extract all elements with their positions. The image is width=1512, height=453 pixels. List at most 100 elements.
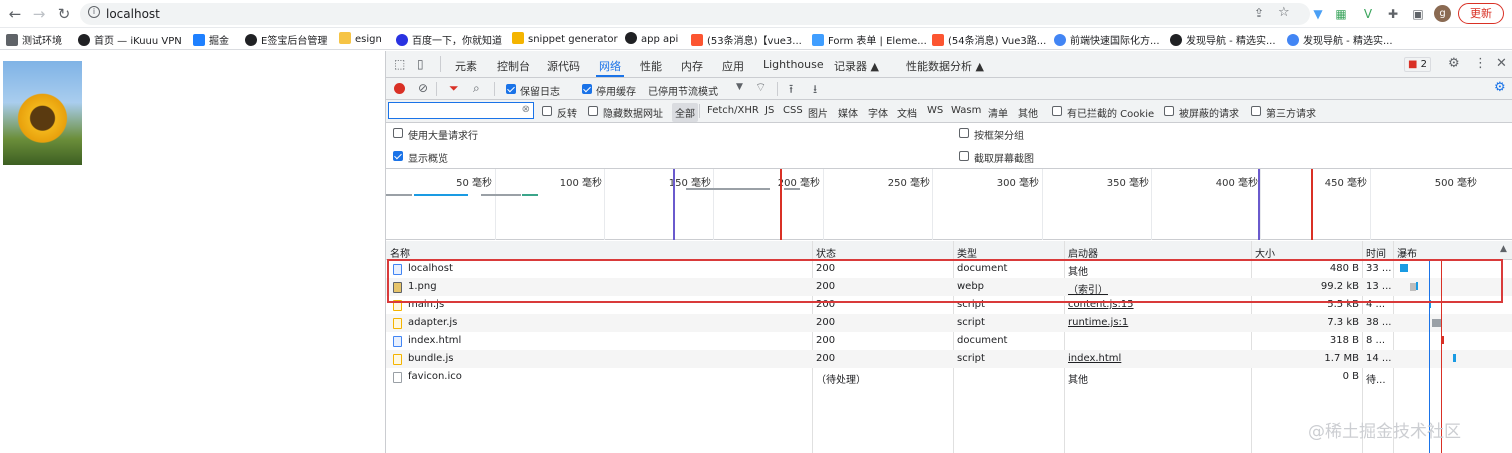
table-row[interactable]: adapter.js 200 script runtime.js:1 7.3 kB 38 … [386, 314, 1512, 332]
type-filter-js[interactable]: JS [765, 105, 774, 116]
network-overview-timeline[interactable]: 50 毫秒 100 毫秒 150 毫秒 200 毫秒 250 毫秒 300 毫秒… [386, 169, 1512, 240]
type-filter-wasm[interactable]: Wasm [951, 105, 981, 116]
invert-checkbox[interactable] [542, 106, 552, 116]
large-rows-checkbox[interactable] [393, 128, 403, 138]
show-overview-checkbox[interactable] [393, 151, 403, 161]
tab-lighthouse[interactable]: Lighthouse [763, 58, 824, 71]
type-filter-img[interactable]: 图片 [808, 105, 828, 120]
tab-application[interactable]: 应用 [722, 58, 744, 74]
table-row[interactable]: bundle.js 200 script index.html 1.7 MB 14 ... [386, 350, 1512, 368]
table-row[interactable]: 1.png 200 webp （索引） 99.2 kB 13 ... [386, 278, 1512, 296]
tab-performance-insights[interactable]: 性能数据分析 ▲ [906, 58, 984, 74]
import-har-icon[interactable]: ⭱ [789, 80, 793, 101]
back-icon[interactable]: ← [6, 5, 24, 23]
device-toolbar-icon[interactable]: ▯ [417, 57, 424, 71]
type-filter-all[interactable]: 全部 [672, 103, 698, 122]
more-options-icon[interactable]: ⋮ [1474, 56, 1487, 71]
request-initiator[interactable]: （索引） [1068, 281, 1108, 296]
bookmark-item[interactable]: snippet generator [512, 32, 618, 45]
bookmark-item[interactable]: E签宝后台管理 [245, 32, 327, 47]
bookmark-item[interactable]: 前端快速国际化方... [1054, 32, 1160, 47]
request-name[interactable]: adapter.js [408, 317, 457, 328]
bookmark-item[interactable]: 首页 — iKuuu VPN [78, 32, 182, 47]
type-filter-fetch[interactable]: Fetch/XHR [707, 105, 759, 116]
address-bar[interactable]: i localhost ⇪ ☆ [80, 3, 1310, 25]
column-header-initiator[interactable]: 启动器 [1068, 245, 1098, 260]
request-name[interactable]: index.html [408, 335, 461, 346]
update-button[interactable]: 更新 [1458, 3, 1504, 24]
type-filter-css[interactable]: CSS [783, 105, 803, 116]
request-name[interactable]: favicon.ico [408, 371, 462, 382]
bookmark-star-icon[interactable]: ☆ [1278, 5, 1290, 20]
hide-data-urls-checkbox[interactable] [588, 106, 598, 116]
request-initiator[interactable]: index.html [1068, 353, 1121, 364]
extensions-icon[interactable]: ✚ [1385, 6, 1401, 22]
request-initiator[interactable]: content.js:15 [1068, 299, 1134, 310]
network-conditions-icon[interactable]: ⌔ [755, 80, 766, 95]
type-filter-media[interactable]: 媒体 [838, 105, 858, 120]
blocked-cookies-checkbox[interactable] [1052, 106, 1062, 116]
table-row[interactable]: main.js 200 script content.js:15 5.5 kB 4 ... [386, 296, 1512, 314]
request-name[interactable]: bundle.js [408, 353, 453, 364]
column-header-status[interactable]: 状态 [816, 245, 836, 260]
grid-extension-icon[interactable]: ▦ [1333, 6, 1349, 22]
tab-memory[interactable]: 内存 [681, 58, 703, 74]
bookmark-item[interactable]: 测试环境 [6, 32, 62, 47]
export-har-icon[interactable]: ⭳ [813, 80, 817, 101]
column-header-name[interactable]: 名称 [390, 245, 410, 260]
filter-input[interactable]: ⊗ [388, 102, 534, 119]
type-filter-other[interactable]: 其他 [1018, 105, 1038, 120]
preserve-log-checkbox[interactable] [506, 84, 516, 94]
close-icon[interactable]: ✕ [1496, 56, 1507, 71]
profile-avatar[interactable]: g [1434, 5, 1451, 22]
record-icon[interactable] [394, 83, 405, 94]
vue-devtools-icon[interactable]: V [1360, 6, 1376, 22]
filter-extension-icon[interactable]: ▼ [1310, 6, 1326, 22]
filter-icon[interactable]: ⏷ [449, 81, 459, 96]
url-text[interactable]: localhost [106, 7, 160, 21]
column-header-type[interactable]: 类型 [957, 245, 977, 260]
bookmark-item[interactable]: esign [339, 32, 382, 45]
search-icon[interactable]: ⌕ [473, 81, 480, 96]
side-panel-icon[interactable]: ▣ [1410, 6, 1426, 22]
table-row[interactable]: localhost 200 document 其他 480 B 33 ... [386, 260, 1512, 278]
column-header-size[interactable]: 大小 [1255, 245, 1275, 260]
request-name[interactable]: localhost [408, 263, 453, 274]
type-filter-manifest[interactable]: 清单 [988, 105, 1008, 120]
blocked-requests-checkbox[interactable] [1164, 106, 1174, 116]
reload-icon[interactable]: ↻ [55, 5, 73, 23]
tab-performance[interactable]: 性能 [640, 58, 662, 74]
type-filter-ws[interactable]: WS [927, 105, 943, 116]
column-header-time[interactable]: 时间 [1366, 245, 1386, 260]
bookmark-item[interactable]: 发现导航 - 精选实... [1170, 32, 1276, 47]
inspect-element-icon[interactable]: ⬚ [394, 57, 405, 71]
request-name[interactable]: main.js [408, 299, 444, 310]
bookmark-item[interactable]: (54条消息) Vue3路... [932, 32, 1046, 47]
table-row[interactable]: favicon.ico （待处理） 其他 0 B 待... [386, 368, 1512, 386]
request-name[interactable]: 1.png [408, 281, 437, 292]
bookmark-item[interactable]: 百度一下，你就知道 [396, 32, 502, 47]
bookmark-item[interactable]: Form 表单 | Eleme... [812, 32, 927, 47]
disable-cache-checkbox[interactable] [582, 84, 592, 94]
tab-network[interactable]: 网络 [599, 58, 621, 74]
info-icon[interactable]: i [88, 6, 100, 18]
group-by-frame-checkbox[interactable] [959, 128, 969, 138]
column-header-waterfall[interactable]: 瀑布 [1397, 245, 1417, 260]
bookmark-item[interactable]: 发现导航 - 精选实... [1287, 32, 1393, 47]
bookmark-item[interactable]: (53条消息)【vue3... [691, 32, 802, 47]
capture-screenshots-checkbox[interactable] [959, 151, 969, 161]
bookmark-item[interactable]: app api [625, 32, 678, 45]
type-filter-doc[interactable]: 文档 [897, 105, 917, 120]
forward-icon[interactable]: → [30, 5, 48, 23]
settings-icon[interactable]: ⚙ [1448, 56, 1460, 71]
share-icon[interactable]: ⇪ [1254, 6, 1264, 20]
clear-icon[interactable]: ⊘ [418, 81, 428, 95]
throttling-select[interactable]: 已停用节流模式 [648, 83, 718, 98]
tab-elements[interactable]: 元素 [455, 58, 477, 74]
tab-sources[interactable]: 源代码 [547, 58, 580, 74]
clear-filter-icon[interactable]: ⊗ [522, 104, 530, 115]
tab-recorder[interactable]: 记录器 ▲ [834, 58, 879, 74]
type-filter-font[interactable]: 字体 [868, 105, 888, 120]
network-settings-icon[interactable]: ⚙ [1494, 80, 1506, 95]
bookmark-item[interactable]: 掘金 [193, 32, 229, 47]
